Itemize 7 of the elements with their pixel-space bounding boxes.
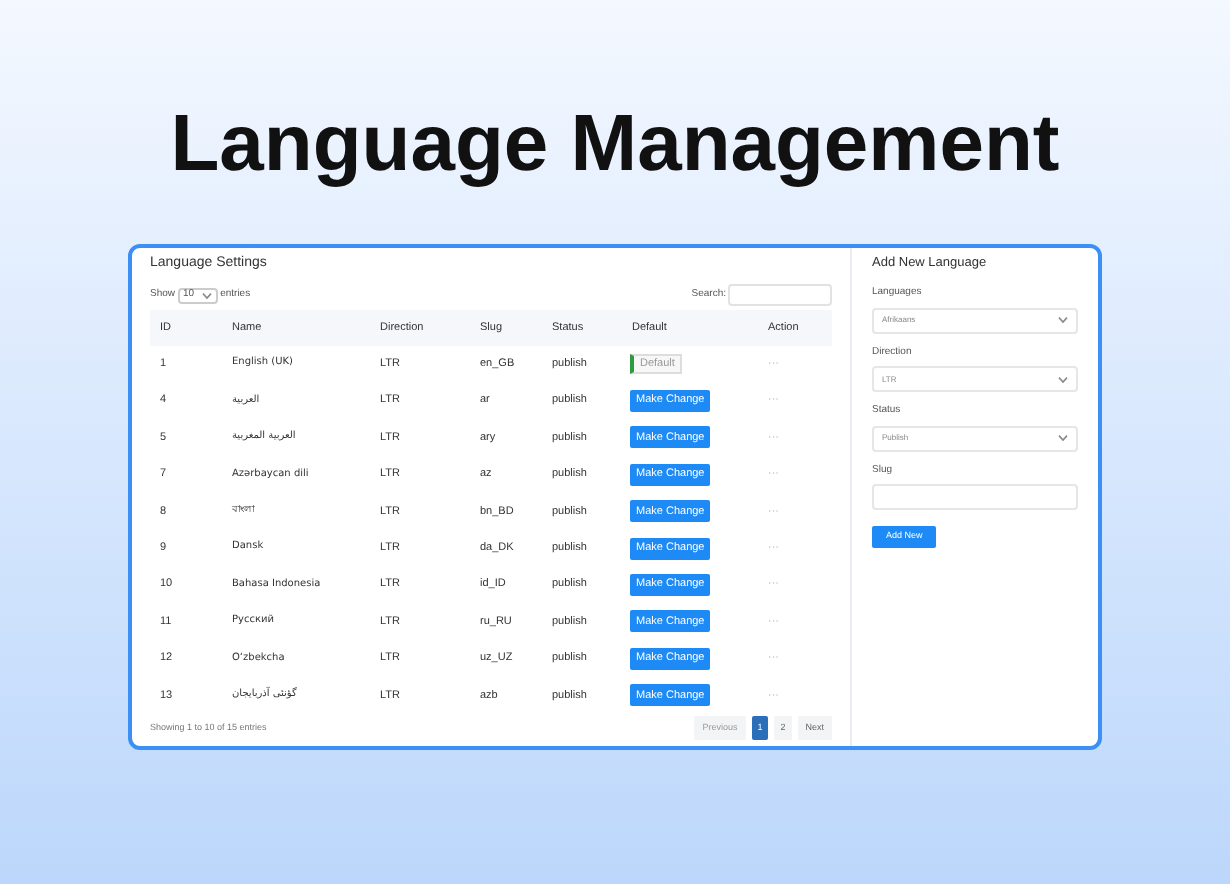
input-field[interactable] — [872, 484, 1078, 510]
caret-icon — [1058, 434, 1068, 442]
caret-icon — [1058, 375, 1068, 383]
page-headline: Language Management — [170, 98, 1060, 192]
search-field[interactable] — [728, 284, 832, 306]
caret-icon — [1058, 316, 1068, 324]
caret-icon — [202, 291, 213, 299]
